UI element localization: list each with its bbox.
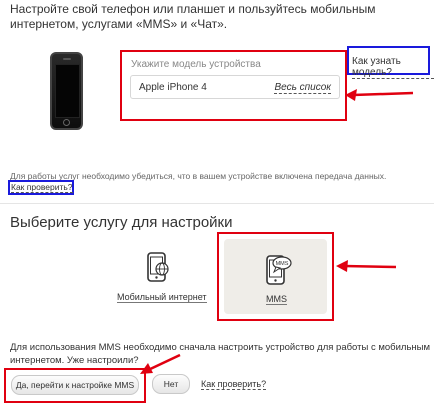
phone-home-button xyxy=(63,119,70,126)
phone-globe-icon xyxy=(147,252,169,282)
mms-icon-text: MMS xyxy=(276,261,289,267)
services-heading: Выберите услугу для настройки xyxy=(10,214,233,231)
service-mms-label[interactable]: MMS xyxy=(266,294,287,305)
phone-image xyxy=(50,52,83,130)
phone-speaker xyxy=(63,58,71,60)
device-model-value: Apple iPhone 4 xyxy=(139,82,207,93)
yes-configure-mms-button[interactable]: Да, перейти к настройке MMS xyxy=(11,375,139,395)
check-internet-link[interactable]: Как проверить? xyxy=(201,379,267,390)
all-devices-link[interactable]: Весь список xyxy=(274,82,331,94)
service-mobile-internet-label[interactable]: Мобильный интернет xyxy=(117,292,207,303)
device-model-label: Укажите модель устройства xyxy=(131,59,261,70)
no-button[interactable]: Нет xyxy=(152,374,190,394)
intro-text: Настройте свой телефон или планшет и пол… xyxy=(10,2,376,31)
phone-mms-icon: MMS xyxy=(266,255,292,285)
service-mobile-internet[interactable]: Мобильный интернет xyxy=(110,248,210,308)
arrow-to-mms-icon xyxy=(336,260,397,272)
mms-setup-question: Для использования MMS необходимо сначала… xyxy=(10,342,431,366)
device-model-field[interactable]: Apple iPhone 4 Весь список xyxy=(130,75,340,99)
check-data-link[interactable]: Как проверить? xyxy=(11,182,73,193)
how-to-find-model-link[interactable]: Как узнать модель? xyxy=(352,56,434,79)
service-mms[interactable]: MMS MMS xyxy=(224,239,327,314)
phone-screen xyxy=(55,64,80,118)
arrow-to-model-icon xyxy=(345,89,414,101)
section-divider xyxy=(0,203,434,204)
